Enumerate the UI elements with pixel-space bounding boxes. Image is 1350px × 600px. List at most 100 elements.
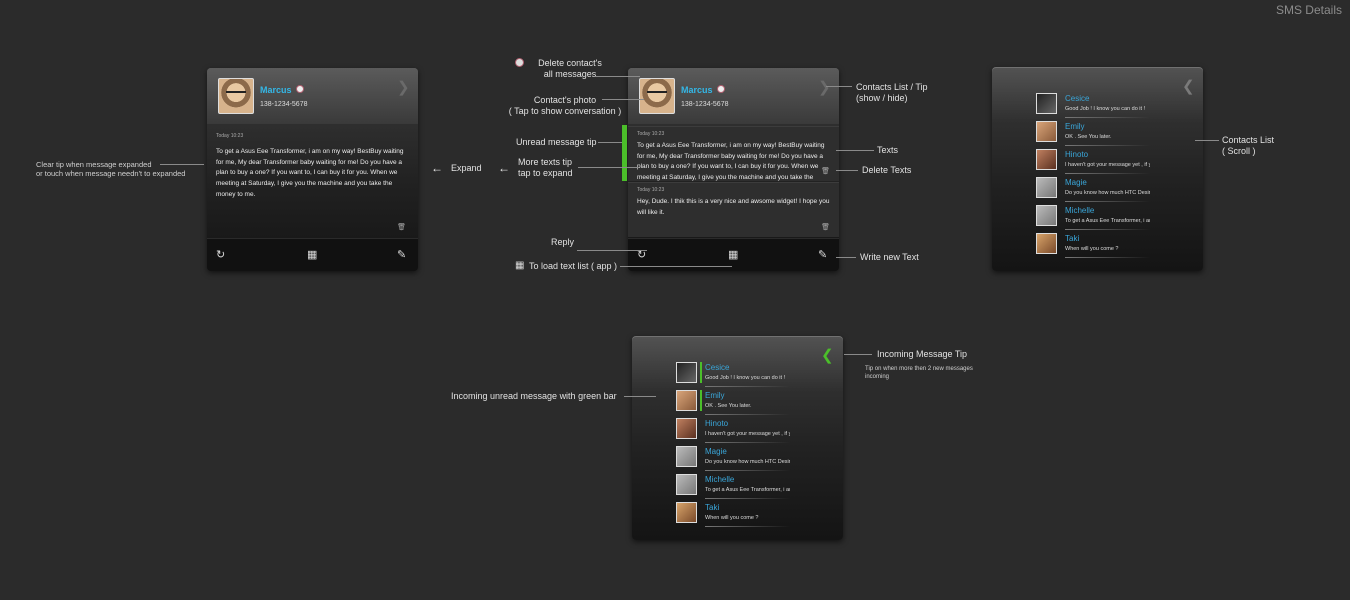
contact-item-emily[interactable]: Emily OK . See You later. <box>676 390 816 418</box>
contact-name: Michelle <box>705 475 735 484</box>
page-title: SMS Details <box>1275 3 1342 17</box>
contact-preview: To get a Asus Eee Transformer, i am on <box>1065 218 1150 224</box>
contact-item-cesice[interactable]: Cesice Good Job ! I know you can do it ! <box>676 362 816 390</box>
delete-contact-button[interactable] <box>296 85 304 93</box>
contact-name: Hinoto <box>1065 150 1089 159</box>
contact-phone: 138-1234-5678 <box>260 101 308 108</box>
pencil-icon[interactable]: ✎ <box>818 248 827 261</box>
contact-item-taki[interactable]: Taki When will you come ? <box>676 502 816 530</box>
trash-icon[interactable]: 🗑 <box>397 223 406 231</box>
annotation-incoming-unread: Incoming unread message with green bar <box>451 391 617 401</box>
contact-item-magie[interactable]: Magie Do you know how much HTC Desire <box>676 446 816 474</box>
avatar <box>1036 233 1057 254</box>
leader-line <box>844 354 872 355</box>
leader-line <box>602 99 644 100</box>
message-text: To get a Asus Eee Transformer, i am on m… <box>637 142 825 181</box>
contact-item-cesice[interactable]: Cesice Good Job ! I know you can do it ! <box>1036 93 1176 121</box>
contact-preview: OK . See You later. <box>705 403 752 409</box>
contact-name: Emily <box>1065 122 1085 131</box>
leader-line <box>160 164 204 165</box>
contact-item-hinoto[interactable]: Hinoto I haven't got your message yet , … <box>1036 149 1176 177</box>
leader-line <box>624 396 656 397</box>
divider <box>705 442 790 443</box>
annotation-unread-tip: Unread message tip <box>516 137 597 147</box>
annotation-load-text-list: To load text list ( app ) <box>529 261 618 271</box>
arrow-left-icon: ← <box>431 161 443 175</box>
grid-icon[interactable]: ▦ <box>728 248 738 261</box>
avatar <box>676 474 697 495</box>
contact-preview: I haven't got your message yet , if you <box>705 431 790 437</box>
avatar <box>1036 149 1057 170</box>
contact-preview: Good Job ! I know you can do it ! <box>705 375 786 381</box>
divider <box>705 414 790 415</box>
divider <box>1065 229 1150 230</box>
avatar <box>676 446 697 467</box>
divider <box>705 386 790 387</box>
leader-line <box>836 257 856 258</box>
pencil-icon[interactable]: ✎ <box>397 248 406 261</box>
contact-item-michelle[interactable]: Michelle To get a Asus Eee Transformer, … <box>676 474 816 502</box>
divider <box>1065 117 1150 118</box>
leader-line <box>1195 140 1219 141</box>
leader-line <box>836 170 858 171</box>
reply-icon[interactable]: ↻ <box>216 248 225 261</box>
trash-icon[interactable]: 🗑 <box>821 167 830 175</box>
message-item[interactable]: Today 10:23 Hey, Dude. I thik this is a … <box>628 182 839 237</box>
trash-icon[interactable]: 🗑 <box>821 223 830 231</box>
contact-name: Michelle <box>1065 206 1095 215</box>
contact-name: Cesice <box>705 363 730 372</box>
bottom-toolbar: ↻ ▦ ✎ <box>207 238 418 271</box>
unread-green-bar <box>700 362 702 383</box>
annotation-more-texts: More texts tip tap to expand <box>518 157 573 178</box>
message-time: Today 10:23 <box>216 133 244 139</box>
leader-line <box>826 86 852 87</box>
leader-line <box>836 150 874 151</box>
divider <box>705 526 790 527</box>
contact-name: Marcus <box>681 85 713 95</box>
avatar <box>676 502 697 523</box>
message-time: Today 10:23 <box>637 187 665 193</box>
leader-line <box>598 142 622 143</box>
contact-name: Taki <box>1065 234 1080 243</box>
grid-icon[interactable]: ▦ <box>307 248 317 261</box>
contact-name: Magie <box>1065 178 1087 187</box>
delete-contact-button[interactable] <box>717 85 725 93</box>
contact-photo[interactable] <box>218 78 254 114</box>
chevron-right-icon[interactable]: ❯ <box>818 78 831 96</box>
grid-icon: ▦ <box>515 260 525 271</box>
divider <box>705 470 790 471</box>
annotation-reply: Reply <box>551 237 575 247</box>
annotation-delete-texts: Delete Texts <box>862 165 912 175</box>
contact-item-emily[interactable]: Emily OK . See You later. <box>1036 121 1176 149</box>
avatar <box>1036 93 1057 114</box>
avatar <box>1036 121 1057 142</box>
contact-item-magie[interactable]: Magie Do you know how much HTC Desire <box>1036 177 1176 205</box>
contact-name: Magie <box>705 447 727 456</box>
contact-preview: Good Job ! I know you can do it ! <box>1065 106 1146 112</box>
contact-item-hinoto[interactable]: Hinoto I haven't got your message yet , … <box>676 418 816 446</box>
unread-green-bar <box>622 125 627 181</box>
chevron-right-icon[interactable]: ❯ <box>397 78 410 96</box>
sms-widget-expanded: Marcus 138-1234-5678 ❯ Today 10:23 To ge… <box>207 68 418 271</box>
message-expanded[interactable]: Today 10:23 To get a Asus Eee Transforme… <box>207 126 418 239</box>
chevron-left-icon[interactable]: ❮ <box>1182 77 1195 95</box>
contacts-widget: ❮ Cesice Good Job ! I know you can do it… <box>992 67 1203 271</box>
annotation-contacts-tip: Contacts List / Tip (show / hide) <box>856 82 928 103</box>
arrow-left-icon: ← <box>498 161 510 175</box>
contact-preview: Do you know how much HTC Desire <box>1065 190 1150 196</box>
annotation-expand: Expand <box>451 163 482 173</box>
contact-preview: Do you know how much HTC Desire <box>705 459 790 465</box>
message-item-unread[interactable]: Today 10:23 To get a Asus Eee Transforme… <box>628 126 839 181</box>
incoming-widget: ❮ Cesice Good Job ! I know you can do it… <box>632 336 843 540</box>
contact-photo[interactable] <box>639 78 675 114</box>
contact-item-taki[interactable]: Taki When will you come ? <box>1036 233 1176 261</box>
contact-name: Hinoto <box>705 419 729 428</box>
divider <box>1065 173 1150 174</box>
contact-item-michelle[interactable]: Michelle To get a Asus Eee Transformer, … <box>1036 205 1176 233</box>
avatar <box>676 390 697 411</box>
contact-name: Taki <box>705 503 720 512</box>
leader-line <box>620 266 732 267</box>
chevron-left-icon[interactable]: ❮ <box>821 346 834 364</box>
delete-dot-icon <box>515 58 524 67</box>
avatar <box>1036 205 1057 226</box>
